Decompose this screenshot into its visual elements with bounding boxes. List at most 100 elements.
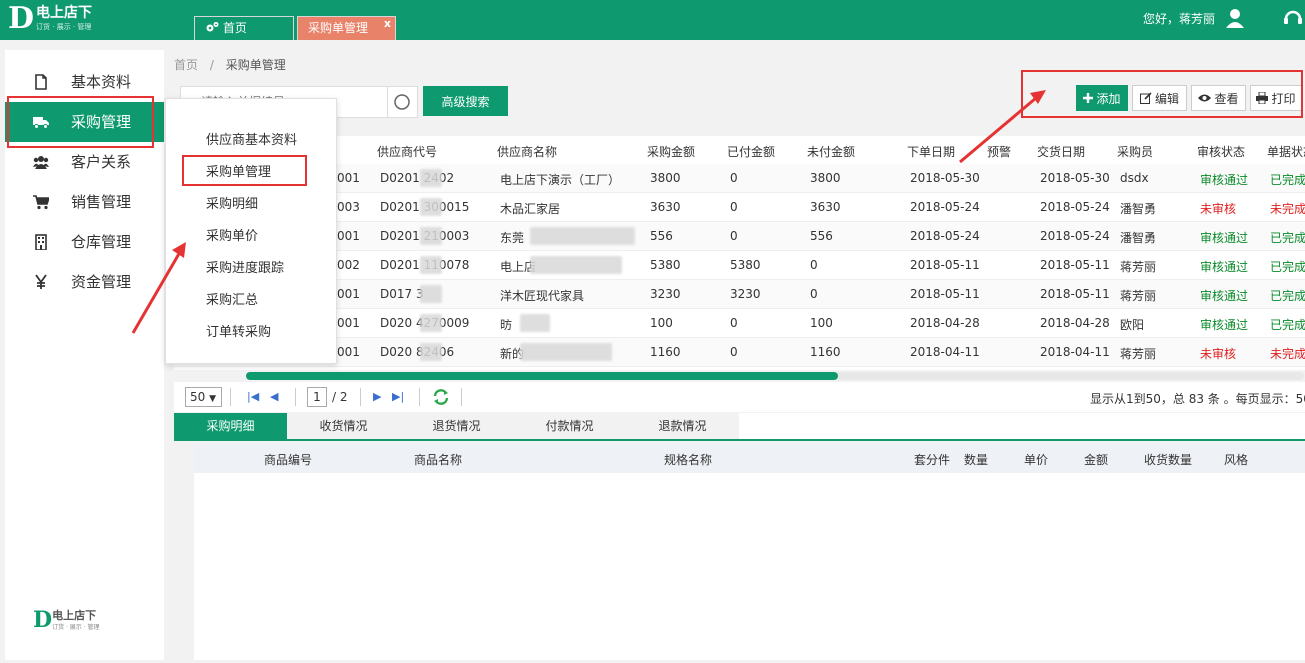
table-cell-amount: 100	[650, 316, 673, 330]
submenu-purchase-summary[interactable]: 采购汇总	[206, 289, 258, 308]
column-header[interactable]: 采购员	[1117, 143, 1153, 160]
page-number-input[interactable]: 1	[307, 387, 327, 407]
table-cell-name: 木品汇家居	[500, 202, 561, 216]
sidebar-item-finance[interactable]: 资金管理	[5, 262, 164, 302]
column-header[interactable]: 商品编号	[264, 451, 312, 468]
sidebar-item-warehouse[interactable]: 仓库管理	[5, 222, 164, 262]
sidebar-item-label: 资金管理	[71, 273, 132, 291]
pagination-bar: 50 ▼ |◀ ◀ 1 / 2 ▶ ▶| 显示从1到50，总 83 条 。每页显…	[174, 382, 1305, 412]
table-row[interactable]: 001 D0201 210003 东莞 556 0 556 2018-05-24 2018-0…	[174, 222, 1305, 251]
table-cell-status: 已完成	[1270, 231, 1305, 245]
annotation-box-submenu-item	[182, 155, 307, 186]
annotation-box-purchase-menu	[7, 96, 154, 148]
table-row[interactable]: 001 D017 3 洋木匠现代家具 3230 3230 0 2018-05-11 2018-…	[174, 280, 1305, 309]
column-header[interactable]: 风格	[1224, 451, 1248, 468]
table-cell-audit: 审核通过	[1200, 318, 1249, 332]
column-header[interactable]: 供应商名称	[497, 143, 557, 160]
tab-returns[interactable]: 退货情况	[400, 413, 513, 439]
table-cell-order: 2018-05-24	[910, 229, 980, 243]
tab-purchase-details[interactable]: 采购明细	[174, 413, 287, 439]
column-header[interactable]: 交货日期	[1037, 143, 1085, 160]
tab-home[interactable]: 首页	[194, 16, 294, 40]
breadcrumb-home[interactable]: 首页	[174, 58, 198, 72]
privacy-blur	[520, 314, 550, 332]
last-page-icon[interactable]: ▶|	[392, 390, 404, 403]
column-header[interactable]: 金额	[1084, 451, 1108, 468]
next-page-icon[interactable]: ▶	[373, 390, 381, 403]
column-header[interactable]: 已付金额	[727, 143, 775, 160]
search-button[interactable]	[388, 86, 418, 118]
column-header[interactable]: 审核状态	[1197, 143, 1245, 160]
tab-purchase-orders[interactable]: 采购单管理 x	[297, 16, 396, 40]
headset-icon[interactable]	[1283, 8, 1303, 28]
submenu-purchase-price[interactable]: 采购单价	[206, 225, 258, 244]
tab-payments[interactable]: 付款情况	[513, 413, 626, 439]
prev-page-icon[interactable]: ◀	[270, 390, 278, 403]
table-cell-audit: 审核通过	[1200, 289, 1249, 303]
table-row[interactable]: 002 D0201 110078 电上店 5380 5380 0 2018-05-11 201…	[174, 251, 1305, 280]
table-cell-status: 已完成	[1270, 173, 1305, 187]
table-row[interactable]: 001 D020 4270009 昉 100 0 100 2018-04-28 2018-04…	[174, 309, 1305, 338]
submenu-progress-tracking[interactable]: 采购进度跟踪	[206, 257, 284, 276]
table-cell-paid: 0	[730, 200, 738, 214]
table-cell-name: 电上店下演示（工厂）	[500, 173, 621, 187]
privacy-blur	[420, 256, 442, 274]
user-icon[interactable]	[1226, 8, 1244, 28]
table-row[interactable]: 001 D0201 2402 电上店下演示（工厂） 3800 0 3800 2018-05-…	[174, 164, 1305, 193]
privacy-blur	[420, 285, 442, 303]
pager-divider	[230, 388, 231, 406]
column-header[interactable]: 预警	[987, 143, 1011, 160]
column-header[interactable]: 套分件	[914, 451, 950, 468]
table-row[interactable]: 001 D020 82406 新的 1160 0 1160 2018-04-11 2018-0…	[174, 338, 1305, 367]
table-cell-name: 东莞	[500, 231, 525, 245]
privacy-blur	[530, 256, 622, 274]
table-cell-code: D020 82406	[380, 345, 455, 359]
table-cell-name: 洋木匠现代家具	[500, 289, 585, 303]
table-cell-audit: 未审核	[1200, 347, 1237, 361]
app-logo: D 电上店下 订货 · 展示 · 管理	[8, 1, 93, 36]
table-cell-buyer: 蒋芳丽	[1120, 289, 1157, 303]
table-cell-name: 昉	[500, 318, 513, 332]
table-cell-buyer: 蒋芳丽	[1120, 260, 1157, 274]
refresh-icon[interactable]	[432, 388, 450, 406]
submenu-purchase-details[interactable]: 采购明细	[206, 193, 258, 212]
advanced-search-button[interactable]: 高级搜索	[423, 86, 508, 116]
table-cell-order: 2018-05-30	[910, 171, 980, 185]
horizontal-scrollbar[interactable]	[246, 372, 1304, 380]
table-cell-order: 2018-05-11	[910, 258, 980, 272]
scrollbar-thumb[interactable]	[246, 372, 838, 380]
column-header[interactable]: 数量	[964, 451, 988, 468]
column-header[interactable]: 商品名称	[414, 451, 462, 468]
tab-receiving[interactable]: 收货情况	[287, 413, 400, 439]
first-page-icon[interactable]: |◀	[247, 390, 259, 403]
column-header[interactable]: 下单日期	[907, 143, 955, 160]
table-cell-paid: 0	[730, 316, 738, 330]
sidebar-item-sales[interactable]: 销售管理	[5, 182, 164, 222]
column-header[interactable]: 采购金额	[647, 143, 695, 160]
column-header[interactable]: 单价	[1024, 451, 1048, 468]
close-icon[interactable]: x	[384, 13, 391, 35]
submenu-supplier-info[interactable]: 供应商基本资料	[206, 129, 297, 148]
sidebar-item-customers[interactable]: 客户关系	[5, 142, 164, 182]
table-cell-deliver: 2018-05-24	[1040, 229, 1110, 243]
page-size-select[interactable]: 50 ▼	[185, 387, 222, 407]
yen-icon	[35, 274, 47, 289]
table-cell-id: 003	[337, 200, 360, 214]
table-row[interactable]: 003 D0201 300015 木品汇家居 3630 0 3630 2018-05-24 2…	[174, 193, 1305, 222]
pager-divider	[360, 388, 361, 406]
table-cell-unpaid: 0	[810, 258, 818, 272]
table-cell-deliver: 2018-04-28	[1040, 316, 1110, 330]
privacy-blur	[420, 343, 442, 361]
table-cell-paid: 5380	[730, 258, 761, 272]
column-header[interactable]: 规格名称	[664, 451, 712, 468]
tab-refunds[interactable]: 退款情况	[626, 413, 739, 439]
column-header[interactable]: 未付金额	[807, 143, 855, 160]
submenu-order-to-purchase[interactable]: 订单转采购	[206, 321, 271, 340]
column-header[interactable]: 供应商代号	[377, 143, 437, 160]
pagination-info: 显示从1到50，总 83 条 。每页显示：50	[1090, 392, 1305, 406]
column-header[interactable]: 收货数量	[1144, 451, 1192, 468]
table-cell-status: 已完成	[1270, 260, 1305, 274]
table-cell-deliver: 2018-05-24	[1040, 200, 1110, 214]
pager-divider	[461, 388, 462, 406]
column-header[interactable]: 单据状态	[1267, 143, 1305, 160]
